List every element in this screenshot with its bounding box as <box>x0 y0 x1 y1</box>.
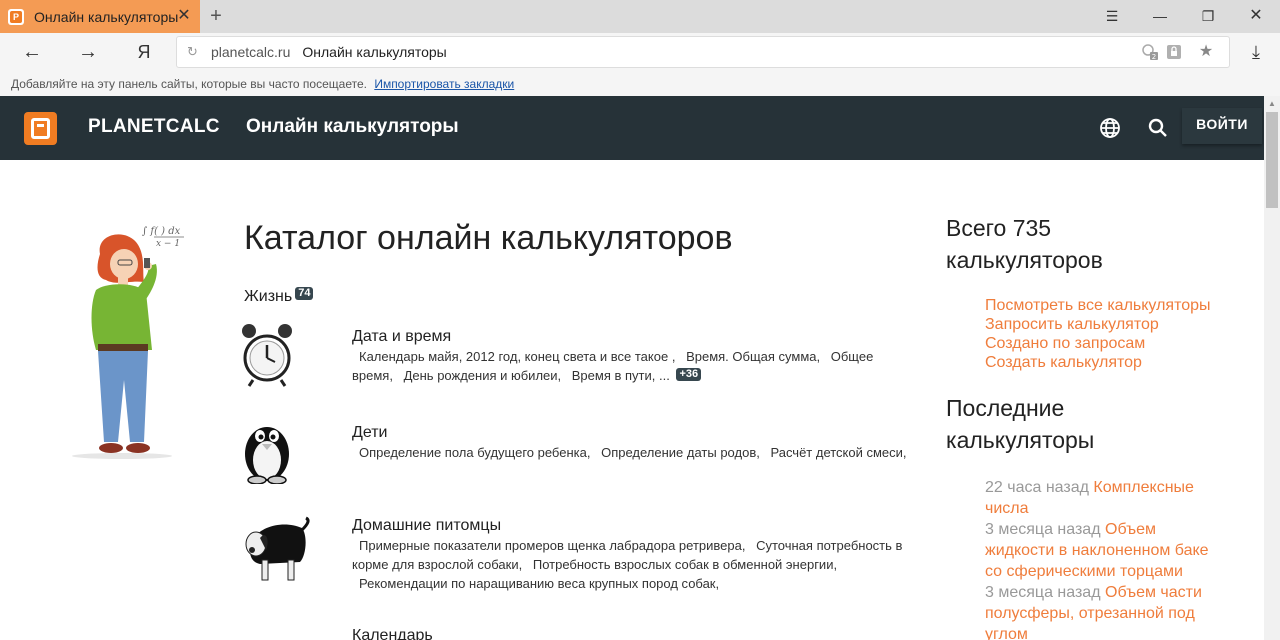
search-icon[interactable] <box>1146 116 1170 140</box>
tab-active[interactable]: P Онлайн калькуляторы ✕ <box>0 0 200 33</box>
address-domain: planetcalc.ru <box>211 44 291 60</box>
section-name: Жизнь <box>244 288 293 305</box>
category-name-kids[interactable]: Дети <box>352 424 387 442</box>
list-item: 22 часа назад Комплексные числа <box>985 477 1225 519</box>
address-bar[interactable]: ↻ planetcalc.ru Онлайн калькуляторы 2 ★ <box>176 36 1230 68</box>
category-name-datetime[interactable]: Дата и время <box>352 328 451 346</box>
dog-icon[interactable] <box>240 516 312 586</box>
protect-count: 2 <box>1152 53 1156 61</box>
category-links-datetime: Календарь майя, 2012 год, конец света и … <box>352 347 914 385</box>
planetcalc-favicon-icon: P <box>8 8 24 25</box>
site-header: PLANETCALC Онлайн калькуляторы ВОЙТИ <box>0 96 1264 160</box>
category-link[interactable]: Время. Общая сумма, <box>686 349 820 364</box>
category-name-pets[interactable]: Домашние питомцы <box>352 517 501 535</box>
svg-text:∫ f( ) dx: ∫ f( ) dx <box>142 226 181 237</box>
brand-name[interactable]: PLANETCALC <box>88 116 220 138</box>
sidebar-total-count: Всего 735 калькуляторов <box>946 215 1103 273</box>
category-link[interactable]: Время в пути, ... <box>572 368 670 383</box>
category-link[interactable]: Расчёт детской смеси, <box>770 445 906 460</box>
category-link[interactable]: Рекомендации по наращиванию веса крупных… <box>359 576 719 591</box>
create-calculator-link[interactable]: Создать калькулятор <box>985 353 1245 372</box>
back-button[interactable]: ← <box>20 40 44 64</box>
planetcalc-logo-icon[interactable] <box>24 112 57 145</box>
recent-time: 22 часа назад <box>985 479 1089 496</box>
category-links-kids: Определение пола будущего ребенка, Опред… <box>352 443 914 462</box>
bookmark-star-icon[interactable]: ★ <box>1197 43 1215 61</box>
address-page-title: Онлайн калькуляторы <box>302 44 447 60</box>
page-scrollbar[interactable]: ▲ <box>1264 96 1280 640</box>
browser-toolbar: ← → Я ↻ planetcalc.ru Онлайн калькулятор… <box>0 33 1280 71</box>
forward-button[interactable]: → <box>76 40 100 64</box>
alarm-clock-icon[interactable] <box>240 322 312 392</box>
login-button[interactable]: ВОЙТИ <box>1182 108 1262 144</box>
category-links-pets: Примерные показатели промеров щенка лабр… <box>352 536 914 593</box>
category-link[interactable]: Примерные показатели промеров щенка лабр… <box>359 538 745 553</box>
view-all-calculators-link[interactable]: Посмотреть все калькуляторы <box>985 296 1245 315</box>
mascot-girl-image: ∫ f( ) dx x − 1 <box>66 220 216 465</box>
page-title: Каталог онлайн калькуляторов <box>244 219 733 257</box>
reload-icon[interactable]: ↻ <box>187 44 203 60</box>
category-link[interactable]: Календарь майя, 2012 год, конец света и … <box>359 349 675 364</box>
header-title[interactable]: Онлайн калькуляторы <box>246 116 459 138</box>
scroll-up-icon[interactable]: ▲ <box>1267 100 1277 108</box>
section-title-life[interactable]: Жизнь 74 <box>244 287 314 306</box>
yandex-button[interactable]: Я <box>132 40 156 64</box>
import-bookmarks-link[interactable]: Импортировать закладки <box>374 77 514 91</box>
recent-calculators-list: 22 часа назад Комплексные числа 3 месяца… <box>985 477 1225 640</box>
more-count-badge[interactable]: +36 <box>676 368 702 381</box>
request-calculator-link[interactable]: Запросить калькулятор <box>985 315 1245 334</box>
category-link[interactable]: Определение даты родов, <box>601 445 760 460</box>
bookmarks-hint: Добавляйте на эту панель сайты, которые … <box>11 77 367 91</box>
recent-time: 3 месяца назад <box>985 521 1101 538</box>
penguin-icon[interactable] <box>240 414 312 485</box>
category-link[interactable]: Потребность взрослых собак в обменной эн… <box>533 557 837 572</box>
category-link[interactable]: День рождения и юбилеи, <box>404 368 562 383</box>
category-name-calendar[interactable]: Календарь <box>352 627 433 640</box>
lock-icon[interactable] <box>1165 43 1183 61</box>
list-item: 3 месяца назад Объем жидкости в наклонен… <box>985 519 1225 582</box>
tab-bar: P Онлайн калькуляторы ✕ + ☰ — ❐ ✕ <box>0 0 1280 33</box>
new-tab-button[interactable]: + <box>206 6 226 26</box>
tab-close-icon[interactable]: ✕ <box>176 8 192 24</box>
category-link[interactable]: Определение пола будущего ребенка, <box>359 445 590 460</box>
tab-title: Онлайн калькуляторы <box>34 8 179 25</box>
restore-icon[interactable]: ❐ <box>1198 6 1218 26</box>
protect-icon[interactable]: 2 <box>1141 43 1159 61</box>
list-item: 3 месяца назад Объем части полусферы, от… <box>985 582 1225 640</box>
globe-icon[interactable] <box>1098 116 1122 140</box>
minimize-icon[interactable]: — <box>1150 6 1170 26</box>
sidebar-links: Посмотреть все калькуляторы Запросить ка… <box>985 296 1245 372</box>
bookmarks-bar: Добавляйте на эту панель сайты, которые … <box>0 71 1280 96</box>
scroll-thumb[interactable] <box>1266 112 1278 208</box>
recent-calculators-title: Последние калькуляторы <box>946 395 1095 453</box>
section-count-badge: 74 <box>295 287 314 300</box>
download-icon[interactable]: ⤓ <box>1244 40 1268 64</box>
svg-text:x − 1: x − 1 <box>156 239 180 249</box>
menu-icon[interactable]: ☰ <box>1102 6 1122 26</box>
close-window-icon[interactable]: ✕ <box>1246 6 1266 26</box>
created-on-request-link[interactable]: Создано по запросам <box>985 334 1245 353</box>
recent-time: 3 месяца назад <box>985 584 1101 601</box>
